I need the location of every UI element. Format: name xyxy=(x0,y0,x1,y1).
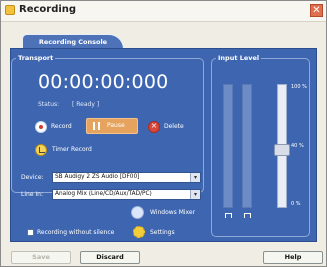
time-display: 00:00:00:000 xyxy=(38,71,169,93)
device-value: SB Audigy 2 ZS Audio [DF00] xyxy=(55,174,140,180)
discard-button[interactable]: Discard xyxy=(80,251,140,264)
transport-label: Transport xyxy=(16,54,56,62)
settings-gear-icon[interactable] xyxy=(133,226,145,238)
record-icon xyxy=(39,125,43,129)
device-select[interactable]: SB Audigy 2 ZS Audio [DF00] ▾ xyxy=(52,172,201,183)
chevron-down-icon[interactable]: ▾ xyxy=(190,190,200,199)
clock-icon xyxy=(39,147,45,153)
meter-right-base xyxy=(244,213,251,218)
app-icon xyxy=(5,5,15,15)
meter-right xyxy=(242,84,252,208)
timer-record-label: Timer Record xyxy=(52,146,92,153)
title-bar: Recording ✕ xyxy=(1,1,326,22)
line-in-select[interactable]: Analog Mix (Line/CD/Aux/TAD/PC) ▾ xyxy=(52,189,201,200)
tick-0: 0 % xyxy=(291,201,301,207)
timer-record-button[interactable] xyxy=(35,144,47,156)
windows-mixer-icon[interactable] xyxy=(131,206,144,219)
line-in-label: Line In: xyxy=(21,191,44,198)
close-button[interactable]: ✕ xyxy=(310,4,323,17)
chevron-down-icon[interactable]: ▾ xyxy=(190,173,200,182)
tab-recording-console[interactable]: Recording Console xyxy=(22,34,124,49)
delete-button[interactable]: × xyxy=(148,121,160,133)
meter-left-base xyxy=(225,213,232,218)
recording-without-silence-label[interactable]: Recording without silence xyxy=(37,229,114,236)
pause-label: Pause xyxy=(107,122,125,129)
settings-label[interactable]: Settings xyxy=(150,229,175,236)
pause-button[interactable]: Pause xyxy=(86,118,138,134)
save-button[interactable]: Save xyxy=(11,251,71,264)
delete-x-icon: × xyxy=(150,121,158,130)
tick-100: 100 % xyxy=(291,84,307,90)
line-in-value: Analog Mix (Line/CD/Aux/TAD/PC) xyxy=(55,191,152,197)
recording-without-silence-checkbox[interactable] xyxy=(27,229,34,236)
status-label: Status: xyxy=(38,101,60,108)
record-label: Record xyxy=(51,123,72,130)
input-level-label: Input Level xyxy=(216,54,262,62)
windows-mixer-label[interactable]: Windows Mixer xyxy=(150,209,195,216)
device-label: Device: xyxy=(21,174,44,181)
input-level-slider-thumb[interactable] xyxy=(274,144,290,157)
meter-left xyxy=(223,84,233,208)
delete-label: Delete xyxy=(164,123,184,130)
status-value: [ Ready ] xyxy=(72,101,100,108)
tick-mid: 40 % xyxy=(291,143,304,149)
pause-icon xyxy=(93,122,100,130)
record-button[interactable] xyxy=(35,121,47,133)
window-title: Recording xyxy=(19,4,77,15)
help-button[interactable]: Help xyxy=(263,251,323,264)
